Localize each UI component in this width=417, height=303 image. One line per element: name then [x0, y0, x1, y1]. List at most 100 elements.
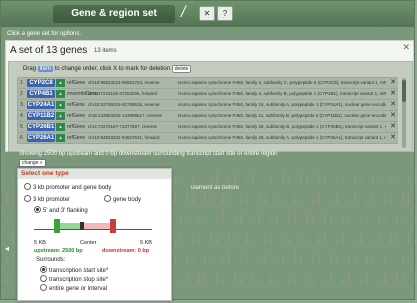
- upstream-value: upstream: 2500 bp: [34, 248, 83, 254]
- gene-color-swatch: ▲: [56, 79, 65, 87]
- upstream-range: [60, 223, 80, 229]
- downstream-range: [84, 223, 110, 229]
- gene-location: chr20:52769016-52789516, reverse: [88, 102, 160, 107]
- option-flanking[interactable]: 5' and 3' flanking: [34, 206, 88, 214]
- gene-location: chr2:72274167-72377597, reverse: [88, 124, 158, 129]
- radio-icon[interactable]: [104, 195, 111, 202]
- change-button[interactable]: change »: [19, 159, 46, 167]
- center-label: Center: [80, 240, 97, 246]
- gene-name[interactable]: CYP26B1: [27, 123, 55, 131]
- popup-heading: Select one type: [18, 169, 171, 179]
- gene-index: 1: [20, 80, 23, 86]
- remove-gene-icon[interactable]: ✕: [390, 100, 396, 108]
- gene-location: chr8:143993225-143998617, reverse: [88, 113, 163, 118]
- background-text: ulament as before: [191, 185, 240, 191]
- gene-description: Homo sapiens cytochrome P450, family 26,…: [178, 135, 386, 140]
- remove-gene-icon[interactable]: ✕: [390, 78, 396, 86]
- option-label: 5' and 3' flanking: [43, 208, 88, 214]
- gene-index: 5: [20, 124, 23, 130]
- gene-description: Homo sapiens cytochrome P450, family 24,…: [178, 102, 386, 107]
- gene-index: 4: [20, 113, 23, 119]
- gene-set-panel: A set of 13 genes 13 items ✕ Drag item t…: [5, 40, 414, 152]
- gene-color-swatch: ▲: [56, 134, 65, 142]
- remove-gene-icon[interactable]: ✕: [390, 111, 396, 119]
- dialog-header: Gene & region set / ✕ ?: [1, 1, 414, 27]
- left-arrow-icon[interactable]: ◂: [5, 244, 9, 253]
- gene-index: 2: [20, 91, 23, 97]
- gene-color-swatch: ▲: [56, 112, 65, 120]
- gene-color-swatch: ▲: [56, 90, 65, 98]
- gene-location: chr10:94833232-94837641, forward: [88, 135, 160, 140]
- option-gene-body[interactable]: gene body: [104, 195, 141, 203]
- gene-source: refGene: [67, 124, 86, 130]
- drag-instructions: Drag item to change order, click X to ma…: [23, 65, 192, 73]
- panel-close-icon[interactable]: ✕: [402, 42, 410, 53]
- surround-tes-option[interactable]: transcription stop site*: [40, 275, 108, 283]
- gene-color-swatch: ▲: [56, 101, 65, 109]
- item-count: 13 items: [94, 48, 117, 54]
- option-label: 3 kb promoter and gene body: [33, 185, 112, 191]
- drag-rest-text: to change order, click X to mark for del…: [54, 66, 171, 72]
- option-label: transcription stop site*: [49, 277, 109, 283]
- option-label: transcription start site*: [49, 268, 109, 274]
- close-button[interactable]: ✕: [199, 6, 215, 21]
- slider-track: [34, 229, 152, 230]
- gene-source: refGene: [67, 113, 86, 119]
- list-scrollbar[interactable]: [402, 78, 406, 148]
- right-scale-label: 5 KB: [140, 240, 152, 246]
- gene-source: refGene: [67, 135, 86, 141]
- flank-slider[interactable]: [34, 215, 152, 239]
- instruction-text: Click a gene set for options.: [7, 31, 82, 37]
- option-promoter[interactable]: 3 kb promoter: [24, 195, 70, 203]
- option-promoter-gene-body[interactable]: 3 kb promoter and gene body: [24, 183, 111, 191]
- remove-gene-icon[interactable]: ✕: [390, 89, 396, 97]
- scrollbar-thumb[interactable]: [402, 80, 406, 102]
- gene-location: chr1:47223109-47253006, forward: [88, 91, 158, 96]
- upstream-handle[interactable]: [54, 219, 60, 233]
- gene-list: 1 CYP2C8 ▲ refGene chr10:96823224-968317…: [17, 77, 398, 151]
- gene-set-title: A set of 13 genes: [10, 45, 88, 56]
- dialog-title: Gene & region set: [53, 5, 175, 23]
- delete-button[interactable]: delete: [171, 65, 192, 73]
- surrounds-label: Surrounds:: [36, 257, 66, 263]
- gene-list-box: Drag item to change order, click X to ma…: [8, 61, 413, 152]
- gene-name[interactable]: CYP11B2: [27, 112, 55, 120]
- remove-gene-icon[interactable]: ✕: [390, 122, 396, 130]
- gene-description: Homo sapiens cytochrome P450, family 2, …: [178, 80, 386, 85]
- gene-region-set-dialog: Gene & region set / ✕ ? Click a gene set…: [0, 0, 415, 301]
- option-label: 3 kb promoter: [33, 197, 71, 203]
- gene-source: refGene: [67, 80, 86, 86]
- left-scale-label: 5 KB: [34, 240, 46, 246]
- gene-name[interactable]: CYP4B1: [27, 90, 55, 98]
- type-selector-popup: Select one type 3 kb promoter and gene b…: [17, 168, 172, 301]
- surround-tss-option[interactable]: transcription start site*: [40, 266, 108, 274]
- gene-marker: [80, 222, 84, 230]
- gene-location: chr10:96823224-96831754, reverse: [88, 80, 160, 85]
- radio-icon[interactable]: [40, 275, 47, 282]
- item-tag: item: [37, 66, 54, 72]
- gene-name[interactable]: CYP2C8: [27, 79, 55, 87]
- downstream-value: downstream: 0 bp: [102, 248, 150, 254]
- option-label: gene body: [113, 197, 142, 203]
- gene-index: 6: [20, 135, 23, 141]
- gene-index: 3: [20, 102, 23, 108]
- radio-selected-icon[interactable]: [40, 266, 47, 273]
- drag-label: Drag: [23, 66, 37, 72]
- remove-gene-icon[interactable]: ✕: [390, 133, 396, 141]
- header-separator: /: [181, 4, 186, 21]
- gene-name[interactable]: CYP24A1: [27, 101, 55, 109]
- gene-row[interactable]: 6 CYP26A1 ▲ refGene chr10:94833232-94837…: [17, 132, 398, 144]
- help-button[interactable]: ?: [217, 6, 233, 21]
- gene-name[interactable]: CYP26A1: [27, 134, 55, 142]
- radio-icon[interactable]: [40, 284, 47, 291]
- radio-icon[interactable]: [24, 183, 31, 190]
- downstream-handle[interactable]: [110, 219, 116, 233]
- option-label: entire gene or interval: [49, 286, 108, 292]
- gene-description: Homo sapiens cytochrome P450, family 4, …: [178, 91, 386, 96]
- surround-entire-option[interactable]: entire gene or interval: [40, 284, 107, 292]
- radio-selected-icon[interactable]: [34, 206, 41, 213]
- radio-icon[interactable]: [24, 195, 31, 202]
- gene-description: Homo sapiens cytochrome P450, family 11,…: [178, 113, 386, 118]
- gene-description: Homo sapiens cytochrome P450, family 26,…: [178, 124, 386, 129]
- flank-summary-text: Showing 2500 bp upstream and 0 bp downst…: [19, 151, 278, 157]
